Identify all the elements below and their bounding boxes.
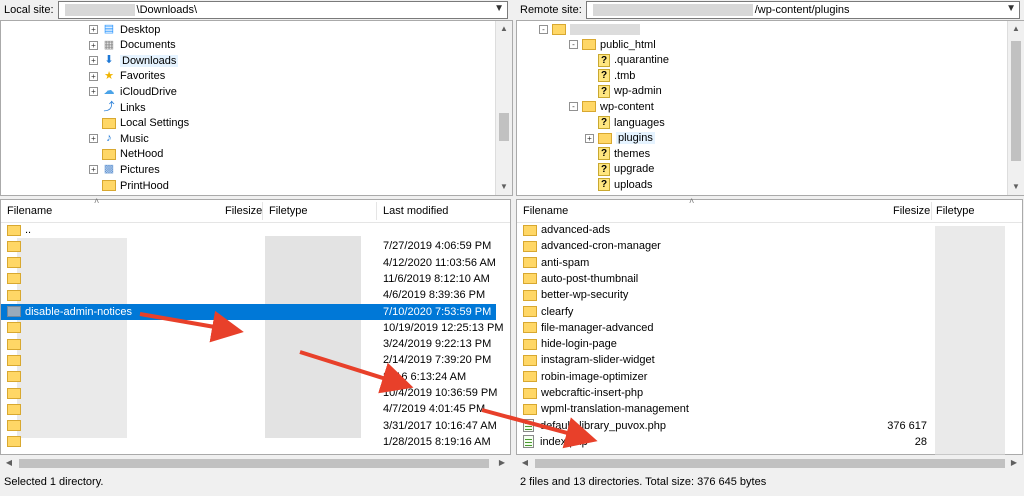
- arrow-2: [299, 350, 414, 394]
- arrow-1: [139, 310, 244, 343]
- arrow-3: [481, 408, 598, 449]
- annotation-arrows: [139, 310, 598, 449]
